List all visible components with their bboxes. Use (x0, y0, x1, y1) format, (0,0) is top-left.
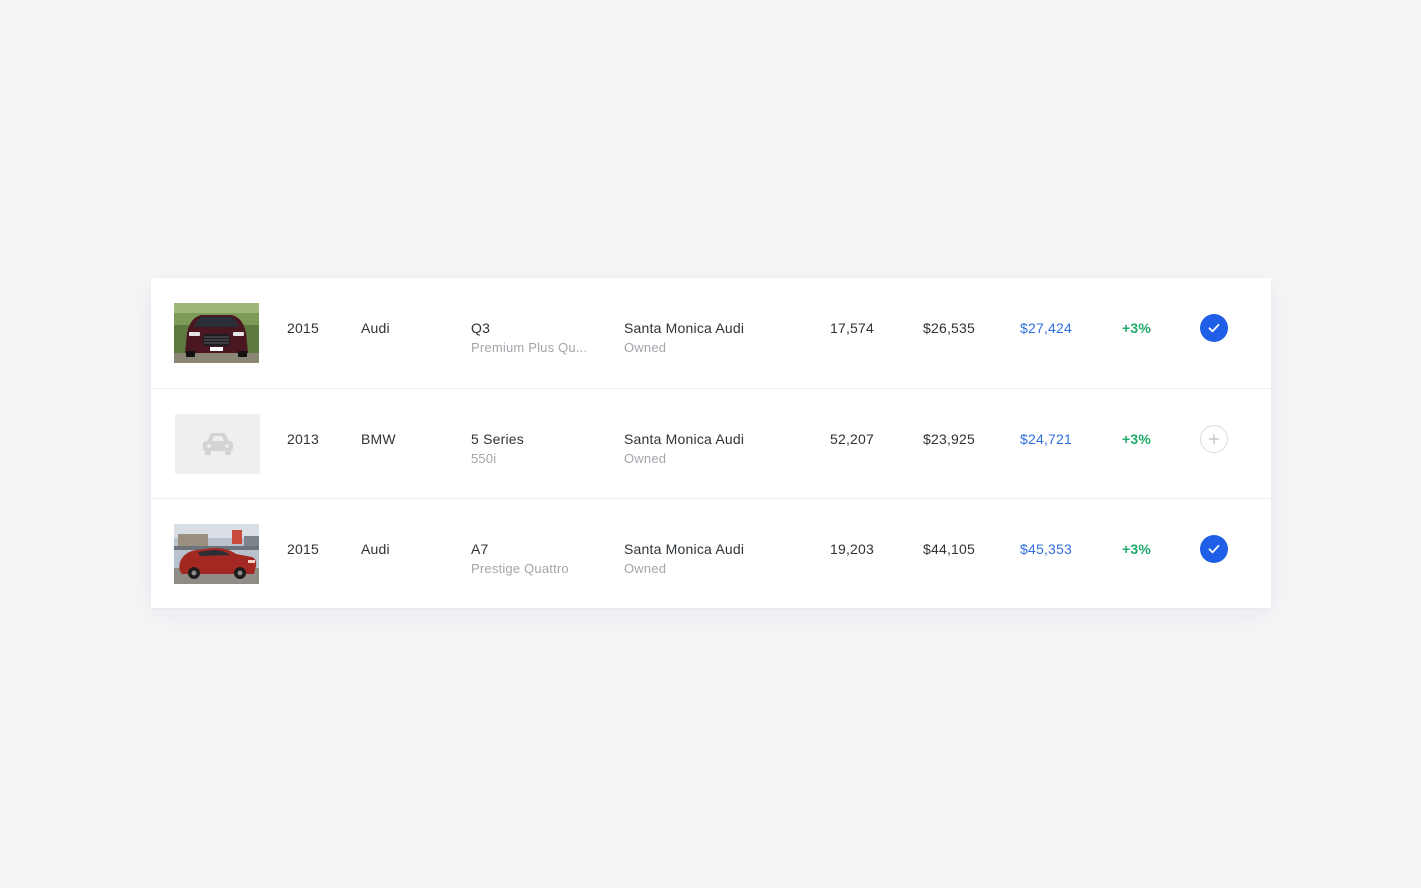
table-row[interactable]: 2015 Audi Q3 Premium Plus Qu... Santa Mo… (151, 278, 1271, 388)
vehicle-ownership: Owned (624, 340, 667, 355)
vehicle-year: 2013 (287, 431, 319, 447)
vehicle-price: $44,105 (923, 541, 976, 557)
vehicle-year: 2015 (287, 541, 319, 557)
vehicle-price: $26,535 (923, 320, 976, 336)
vehicle-trim: Prestige Quattro (471, 561, 569, 576)
vehicle-location: Santa Monica Audi (624, 320, 745, 336)
vehicle-mileage: 19,203 (830, 541, 875, 557)
vehicle-market-value: $45,353 (1020, 541, 1073, 557)
vehicle-photo[interactable] (174, 303, 259, 363)
vehicle-photo-placeholder[interactable] (175, 414, 260, 474)
vehicle-value-change: +3% (1122, 320, 1152, 336)
vehicle-photo-image (174, 303, 259, 363)
vehicle-table: 2015 Audi Q3 Premium Plus Qu... Santa Mo… (151, 278, 1271, 608)
vehicle-photo-image (174, 524, 259, 584)
vehicle-price: $23,925 (923, 431, 976, 447)
plus-icon (1208, 433, 1220, 445)
vehicle-ownership: Owned (624, 561, 667, 576)
vehicle-value-change: +3% (1122, 541, 1152, 557)
vehicle-market-value: $27,424 (1020, 320, 1073, 336)
vehicle-model: A7 (471, 541, 489, 557)
vehicle-photo[interactable] (174, 524, 259, 584)
vehicle-location: Santa Monica Audi (624, 431, 745, 447)
select-vehicle-toggle[interactable] (1200, 535, 1228, 563)
vehicle-model: Q3 (471, 320, 491, 336)
vehicle-trim: Premium Plus Qu... (471, 340, 588, 355)
vehicle-model: 5 Series (471, 431, 524, 447)
vehicle-trim: 550i (471, 451, 497, 466)
vehicle-location: Santa Monica Audi (624, 541, 745, 557)
table-row[interactable]: 2015 Audi A7 Prestige Quattro Santa Moni… (151, 498, 1271, 608)
vehicle-mileage: 52,207 (830, 431, 875, 447)
check-icon (1208, 544, 1220, 554)
check-icon (1208, 323, 1220, 333)
vehicle-make: Audi (361, 320, 390, 336)
vehicle-make: Audi (361, 541, 390, 557)
vehicle-make: BMW (361, 431, 396, 447)
vehicle-value-change: +3% (1122, 431, 1152, 447)
vehicle-market-value: $24,721 (1020, 431, 1073, 447)
select-vehicle-toggle[interactable] (1200, 425, 1228, 453)
table-row[interactable]: 2013 BMW 5 Series 550i Santa Monica Audi… (151, 388, 1271, 498)
select-vehicle-toggle[interactable] (1200, 314, 1228, 342)
vehicle-year: 2015 (287, 320, 319, 336)
car-placeholder-icon (202, 433, 233, 455)
vehicle-mileage: 17,574 (830, 320, 875, 336)
vehicle-ownership: Owned (624, 451, 667, 466)
